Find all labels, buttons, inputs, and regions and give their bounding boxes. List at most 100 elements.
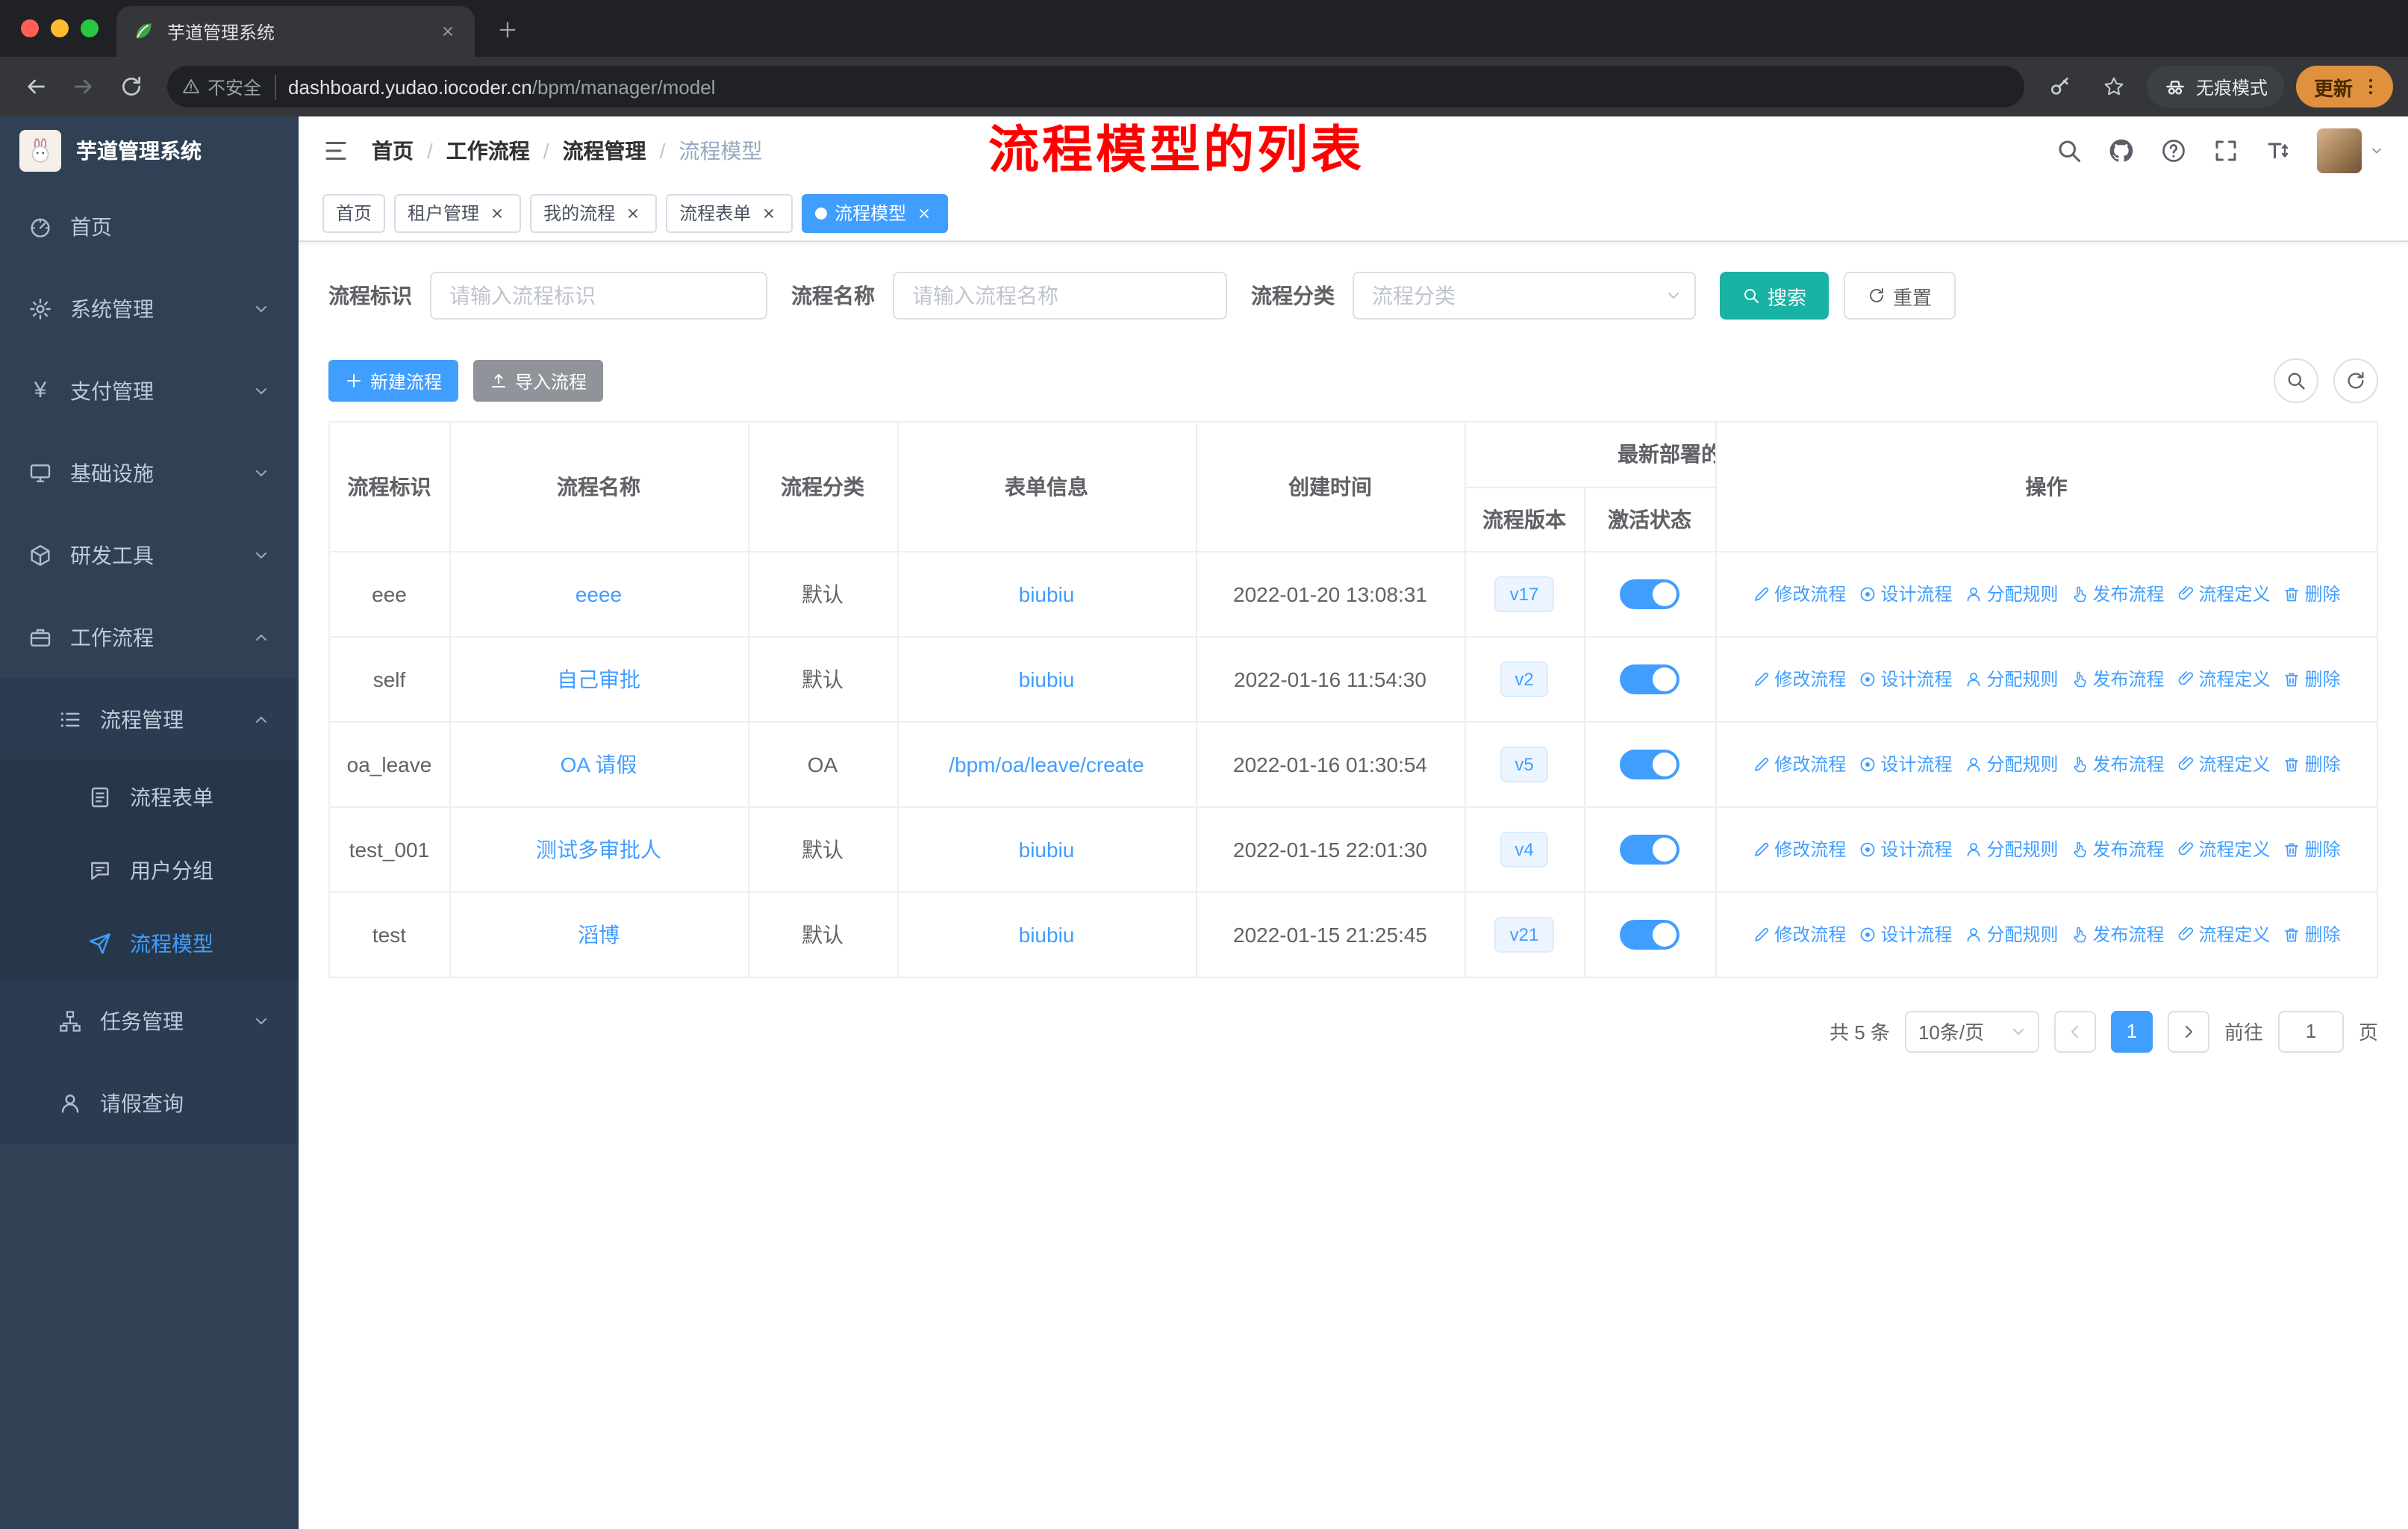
publish-process-link[interactable]: 发布流程 (2071, 581, 2165, 606)
tag-close-icon[interactable] (623, 202, 643, 223)
tag-close-icon[interactable] (487, 202, 508, 223)
process-name-link[interactable]: eeee (576, 582, 622, 605)
publish-process-link[interactable]: 发布流程 (2071, 921, 2165, 947)
modify-process-link[interactable]: 修改流程 (1752, 836, 1846, 862)
sidebar-item-process-model[interactable]: 流程模型 (0, 906, 299, 980)
active-toggle[interactable] (1620, 579, 1679, 608)
form-info-link[interactable]: biubiu (1019, 837, 1075, 861)
process-name-link[interactable]: OA 请假 (561, 752, 637, 776)
breadcrumb-process-management[interactable]: 流程管理 (563, 136, 646, 166)
active-toggle[interactable] (1620, 664, 1679, 694)
form-info-link[interactable]: biubiu (1019, 667, 1075, 691)
reload-button[interactable] (110, 66, 152, 108)
fullscreen-icon[interactable] (2212, 137, 2239, 164)
delete-process-link[interactable]: 删除 (2283, 751, 2341, 776)
assign-rule-link[interactable]: 分配规则 (1964, 921, 2059, 947)
active-toggle[interactable] (1620, 919, 1679, 949)
sidebar-collapse-button[interactable] (322, 137, 349, 164)
sidebar-item-devtools[interactable]: 研发工具 (0, 514, 299, 596)
sidebar-item-system[interactable]: 系统管理 (0, 267, 299, 349)
form-info-link[interactable]: biubiu (1019, 582, 1075, 605)
sidebar-item-process-management[interactable]: 流程管理 (0, 678, 299, 760)
tag-tenant-management[interactable]: 租户管理 (394, 193, 522, 232)
help-icon[interactable] (2160, 137, 2187, 164)
import-process-button[interactable]: 导入流程 (473, 360, 604, 402)
process-definition-link[interactable]: 流程定义 (2177, 666, 2271, 691)
breadcrumb-home[interactable]: 首页 (372, 136, 414, 166)
page-number-1[interactable]: 1 (2110, 1010, 2153, 1052)
tag-my-process[interactable]: 我的流程 (530, 193, 658, 232)
design-process-link[interactable]: 设计流程 (1858, 581, 1952, 606)
delete-process-link[interactable]: 删除 (2283, 836, 2341, 862)
tag-process-model[interactable]: 流程模型 (802, 193, 949, 232)
publish-process-link[interactable]: 发布流程 (2071, 836, 2165, 862)
delete-process-link[interactable]: 删除 (2283, 921, 2341, 947)
reset-button[interactable]: 重置 (1844, 272, 1956, 320)
process-name-link[interactable]: 自己审批 (557, 667, 640, 691)
site-security-chip[interactable]: 不安全 (182, 74, 277, 99)
tab-close-icon[interactable] (436, 19, 460, 43)
user-menu[interactable] (2317, 128, 2384, 173)
assign-rule-link[interactable]: 分配规则 (1964, 581, 2059, 606)
github-icon[interactable] (2108, 137, 2135, 164)
design-process-link[interactable]: 设计流程 (1858, 921, 1952, 947)
tag-close-icon[interactable] (758, 202, 779, 223)
sidebar-item-workflow[interactable]: 工作流程 (0, 596, 299, 678)
new-tab-button[interactable] (487, 9, 528, 51)
window-minimize-button[interactable] (51, 19, 69, 37)
process-definition-link[interactable]: 流程定义 (2177, 921, 2271, 947)
assign-rule-link[interactable]: 分配规则 (1964, 666, 2059, 691)
forward-button[interactable] (63, 66, 105, 108)
window-zoom-button[interactable] (81, 19, 99, 37)
sidebar-item-infrastructure[interactable]: 基础设施 (0, 432, 299, 514)
design-process-link[interactable]: 设计流程 (1858, 751, 1952, 776)
sidebar-item-user-group[interactable]: 用户分组 (0, 833, 299, 906)
prev-page-button[interactable] (2053, 1010, 2096, 1052)
modify-process-link[interactable]: 修改流程 (1752, 666, 1846, 691)
window-close-button[interactable] (21, 19, 39, 37)
app-logo[interactable]: 芋道管理系统 (0, 116, 299, 185)
refresh-table-button[interactable] (2333, 358, 2378, 403)
publish-process-link[interactable]: 发布流程 (2071, 666, 2165, 691)
sidebar-item-task-management[interactable]: 任务管理 (0, 980, 299, 1062)
page-size-select[interactable]: 10条/页 (1904, 1010, 2039, 1052)
sidebar-item-payment[interactable]: ¥ 支付管理 (0, 349, 299, 432)
next-page-button[interactable] (2167, 1010, 2209, 1052)
process-definition-link[interactable]: 流程定义 (2177, 836, 2271, 862)
search-button[interactable]: 搜索 (1720, 272, 1830, 320)
publish-process-link[interactable]: 发布流程 (2071, 751, 2165, 776)
assign-rule-link[interactable]: 分配规则 (1964, 836, 2059, 862)
assign-rule-link[interactable]: 分配规则 (1964, 751, 2059, 776)
process-definition-link[interactable]: 流程定义 (2177, 751, 2271, 776)
process-definition-link[interactable]: 流程定义 (2177, 581, 2271, 606)
create-process-button[interactable]: 新建流程 (328, 360, 459, 402)
breadcrumb-workflow[interactable]: 工作流程 (446, 136, 530, 166)
form-info-link[interactable]: /bpm/oa/leave/create (949, 752, 1144, 776)
process-category-select[interactable]: 流程分类 (1353, 272, 1696, 320)
back-button[interactable] (15, 66, 57, 108)
sidebar-item-process-form[interactable]: 流程表单 (0, 760, 299, 833)
address-bar[interactable]: 不安全 dashboard.yudao.iocoder.cn/bpm/manag… (167, 66, 2024, 108)
modify-process-link[interactable]: 修改流程 (1752, 921, 1846, 947)
modify-process-link[interactable]: 修改流程 (1752, 581, 1846, 606)
menu-dots-icon[interactable] (2360, 76, 2381, 97)
sidebar-item-leave-query[interactable]: 请假查询 (0, 1062, 299, 1144)
goto-page-input[interactable] (2277, 1010, 2344, 1052)
sidebar-item-home[interactable]: 首页 (0, 185, 299, 267)
delete-process-link[interactable]: 删除 (2283, 666, 2341, 691)
process-name-input[interactable] (893, 272, 1227, 320)
process-key-input[interactable] (430, 272, 767, 320)
avatar[interactable] (2317, 128, 2362, 173)
bookmark-star-icon[interactable] (2093, 66, 2135, 108)
password-key-icon[interactable] (2039, 66, 2081, 108)
active-toggle[interactable] (1620, 749, 1679, 779)
modify-process-link[interactable]: 修改流程 (1752, 751, 1846, 776)
process-name-link[interactable]: 测试多审批人 (536, 837, 661, 861)
tag-process-form[interactable]: 流程表单 (666, 193, 793, 232)
tag-home[interactable]: 首页 (322, 193, 386, 232)
browser-tab[interactable]: 芋道管理系统 (116, 6, 475, 57)
process-name-link[interactable]: 滔博 (578, 922, 620, 946)
search-icon[interactable] (2056, 137, 2083, 164)
design-process-link[interactable]: 设计流程 (1858, 836, 1952, 862)
font-size-icon[interactable] (2265, 137, 2292, 164)
